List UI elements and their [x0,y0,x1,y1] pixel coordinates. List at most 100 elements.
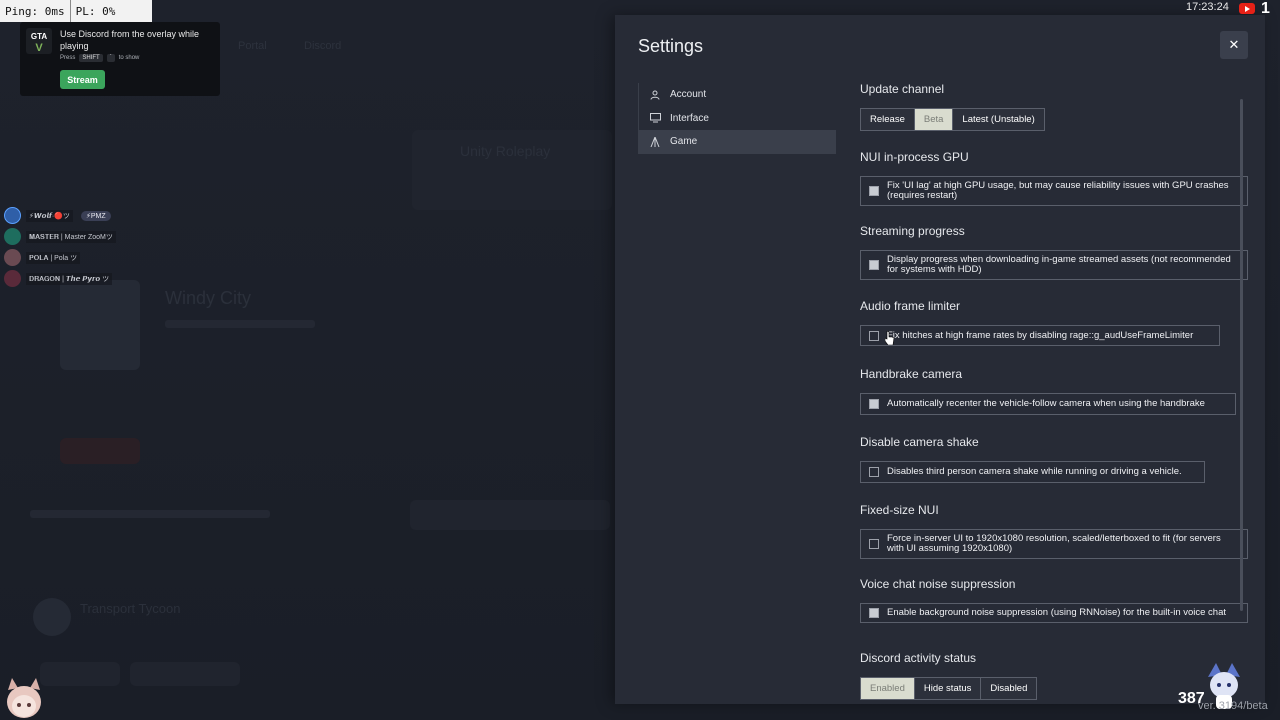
nav-item-account[interactable]: Account [638,83,836,107]
youtube-icon [1239,3,1255,14]
background-server-image [60,280,140,370]
streaming-progress-checkbox-row[interactable]: Display progress when downloading in-gam… [860,250,1248,280]
handbrake-camera-section: Handbrake camera Automatically recenter … [860,367,1250,415]
voice-member: ⚡𝙒𝙤𝙡𝙛·🔴ツ ⚡PMZ [4,205,116,226]
viewer-count: 387 [1178,690,1205,707]
svg-text:V: V [35,42,43,54]
section-title: Voice chat noise suppression [860,577,1016,591]
voice-member-badge: ⚡PMZ [80,210,111,221]
settings-dialog: Settings ✕ Account Interface Game Update… [615,15,1265,704]
audio-limiter-checkbox-row[interactable]: Fix hitches at high frame rates by disab… [860,325,1220,346]
checkbox-label: Force in-server UI to 1920x1080 resoluti… [887,533,1221,554]
streaming-progress-section: Streaming progress Display progress when… [860,224,1250,280]
section-title: Discord activity status [860,651,977,665]
voice-member-name: ⚡𝙒𝙤𝙡𝙛·🔴ツ [26,209,73,222]
settings-content: Update channel Release Beta Latest (Unst… [860,75,1250,703]
toast-press-label: Press [60,55,76,61]
person-icon [649,90,661,100]
toast-title: Use Discord from the overlay while playi… [60,29,200,51]
section-title: Update channel [860,82,945,96]
noise-suppression-checkbox[interactable] [869,608,879,618]
section-title: Fixed-size NUI [860,503,939,517]
background-server-avatar [33,598,71,636]
avatar [4,270,21,287]
catgirl-mascot-icon [7,678,41,718]
nui-gpu-checkbox-row[interactable]: Fix 'UI lag' at high GPU usage, but may … [860,176,1248,206]
latest-option[interactable]: Latest (Unstable) [953,108,1045,131]
voice-member-name: 𝐃𝐑𝐀𝐆𝐎𝐍 | 𝙏𝙝𝙚 𝙋𝙮𝙧𝙤 ツ [26,272,113,285]
toast-to-show-label: to show [118,55,140,61]
background-server-name: Transport Tycoon [80,601,181,616]
background-text-line [165,320,315,328]
camera-shake-checkbox[interactable] [869,467,879,477]
mouse-cursor-icon [885,331,894,345]
nav-item-label: Account [670,89,707,101]
fixed-nui-checkbox-row[interactable]: Force in-server UI to 1920x1080 resoluti… [860,529,1248,559]
audio-limiter-section: Audio frame limiter Fix hitches at high … [860,299,1250,346]
avatar [4,207,21,224]
corner-counter: 1 [1261,0,1270,17]
shift-key: SHIFT [79,54,103,62]
handbrake-camera-checkbox[interactable] [869,399,879,409]
release-option[interactable]: Release [860,108,915,131]
handbrake-camera-checkbox-row[interactable]: Automatically recenter the vehicle-follo… [860,393,1236,415]
avatar [4,228,21,245]
nav-item-label: Interface [670,112,709,124]
section-title: Audio frame limiter [860,299,961,313]
beta-option[interactable]: Beta [914,108,954,131]
background-text-line [30,510,270,518]
background-card [412,130,612,210]
game-icon [649,136,661,147]
streaming-progress-checkbox[interactable] [869,260,879,270]
checkbox-label: Enable background noise suppression (usi… [887,607,1227,618]
section-title: Handbrake camera [860,367,963,381]
noise-suppression-checkbox-row[interactable]: Enable background noise suppression (usi… [860,603,1248,623]
stream-button[interactable]: Stream [60,70,105,89]
background-card [410,500,610,530]
ping-readout: Ping: 0ms [5,4,65,18]
fixed-nui-checkbox[interactable] [869,539,879,549]
settings-scrollbar[interactable] [1240,99,1243,611]
settings-title: Settings [638,36,704,56]
background-server-name: Windy City [165,288,252,308]
camera-shake-section: Disable camera shake Disables third pers… [860,435,1250,483]
update-channel-section: Update channel Release Beta Latest (Unst… [860,82,1250,131]
background-button [60,438,140,464]
checkbox-label: Fix hitches at high frame rates by disab… [887,329,1194,341]
avatar [4,249,21,266]
section-title: NUI in-process GPU [860,150,969,164]
hide-status-option[interactable]: Hide status [914,677,982,700]
background-server-name: Unity Roleplay [460,143,551,159]
nav-item-interface[interactable]: Interface [638,106,836,130]
voice-member-name: 𝐌𝐀𝐒𝐓𝐄𝐑 | Master ZooMツ [26,230,116,243]
audio-limiter-checkbox[interactable] [869,330,879,341]
checkbox-label: Display progress when downloading in-gam… [887,254,1231,275]
nav-item-label: Game [670,136,698,148]
update-channel-selector: Release Beta Latest (Unstable) [860,108,1250,131]
discord-overlay-toast: GTA V Use Discord from the overlay while… [20,22,220,96]
voice-member: 𝐏𝐎𝐋𝐀 | Pola ツ [4,247,116,268]
voice-member-name: 𝐏𝐎𝐋𝐀 | Pola ツ [26,251,81,264]
section-title: Streaming progress [860,224,965,238]
checkbox-label: Fix 'UI lag' at high GPU usage, but may … [887,180,1229,201]
camera-shake-checkbox-row[interactable]: Disables third person camera shake while… [860,461,1205,483]
nav-item-game[interactable]: Game [638,130,836,154]
close-icon: ✕ [1228,37,1240,52]
checkbox-label: Disables third person camera shake while… [887,466,1182,477]
background-tab: Discord [304,40,342,52]
noise-suppression-section: Voice chat noise suppression Enable back… [860,577,1250,623]
voice-member: 𝐌𝐀𝐒𝐓𝐄𝐑 | Master ZooMツ [4,226,116,247]
network-stats-bar: Ping: 0ms PL: 0% [0,0,152,22]
backtick-key: ` [106,54,115,62]
version-label: ver. 3194/beta [1198,700,1268,712]
nui-gpu-section: NUI in-process GPU Fix 'UI lag' at high … [860,150,1250,206]
background-button [130,662,240,686]
monitor-icon [649,113,661,123]
gta-logo-icon: GTA V [26,28,52,54]
disabled-option[interactable]: Disabled [981,677,1038,700]
stream-clock: 17:23:24 [1186,1,1229,13]
section-title: Disable camera shake [860,435,979,449]
nui-gpu-checkbox[interactable] [869,186,879,196]
enabled-option[interactable]: Enabled [860,677,915,700]
close-button[interactable]: ✕ [1220,31,1248,59]
